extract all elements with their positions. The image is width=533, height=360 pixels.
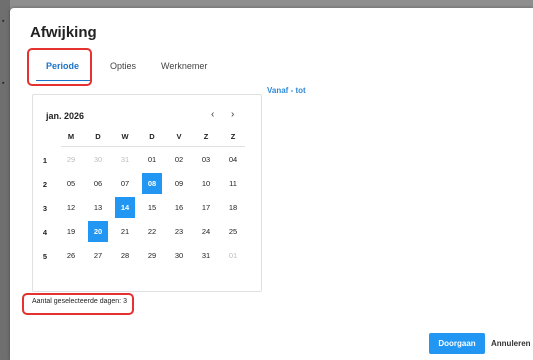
weekday-header: V [176, 132, 182, 141]
calendar-day-selected[interactable]: 08 [142, 173, 162, 194]
tab-label: Periode [46, 61, 80, 71]
range-label: Vanaf - tot [267, 86, 306, 95]
calendar-day[interactable]: 06 [88, 173, 108, 194]
calendar-day[interactable]: 29 [142, 245, 162, 266]
selected-days-summary: Aantal geselecteerde dagen: 3 [32, 298, 127, 305]
calendar-day[interactable]: 19 [61, 221, 81, 242]
background-glyph: ▪ [2, 18, 5, 25]
calendar-day[interactable]: 01 [142, 149, 162, 170]
annuleren-button[interactable]: Annuleren [491, 333, 531, 354]
weekday-header: D [95, 132, 101, 141]
calendar-day[interactable]: 30 [88, 149, 108, 170]
calendar-day[interactable]: 26 [61, 245, 81, 266]
calendar-day[interactable]: 09 [169, 173, 189, 194]
calendar-day[interactable]: 01 [223, 245, 243, 266]
calendar-day[interactable]: 25 [223, 221, 243, 242]
calendar-day[interactable]: 07 [115, 173, 135, 194]
active-tab-underline [36, 80, 90, 81]
calendar-day[interactable]: 28 [115, 245, 135, 266]
next-month-icon[interactable]: › [231, 109, 234, 120]
calendar-day[interactable]: 30 [169, 245, 189, 266]
calendar-day[interactable]: 03 [196, 149, 216, 170]
weekday-header: Z [230, 132, 236, 141]
calendar-day[interactable]: 10 [196, 173, 216, 194]
tab-opties[interactable]: Opties [110, 52, 136, 80]
prev-month-icon[interactable]: ‹ [211, 109, 214, 120]
calendar-day[interactable]: 27 [88, 245, 108, 266]
calendar-day[interactable]: 24 [196, 221, 216, 242]
calendar-day[interactable]: 29 [61, 149, 81, 170]
calendar-day[interactable]: 02 [169, 149, 189, 170]
calendar-day[interactable]: 12 [61, 197, 81, 218]
calendar-day[interactable]: 31 [196, 245, 216, 266]
tab-periode[interactable]: Periode [36, 52, 90, 81]
background-glyph: ▪ [2, 80, 5, 87]
week-number: 4 [42, 228, 48, 237]
calendar-day[interactable]: 04 [223, 149, 243, 170]
calendar-day[interactable]: 16 [169, 197, 189, 218]
calendar-day-selected[interactable]: 14 [115, 197, 135, 218]
calendar: jan. 2026 ‹ › M D W D V Z Z 1 29 30 31 01 02 0… [32, 94, 262, 292]
calendar-day-selected[interactable]: 20 [88, 221, 108, 242]
calendar-header-divider [61, 146, 245, 147]
tab-label: Werknemer [161, 61, 208, 71]
calendar-day[interactable]: 11 [223, 173, 243, 194]
calendar-day[interactable]: 23 [169, 221, 189, 242]
calendar-day[interactable]: 13 [88, 197, 108, 218]
weekday-header: Z [203, 132, 209, 141]
calendar-day[interactable]: 15 [142, 197, 162, 218]
calendar-day[interactable]: 31 [115, 149, 135, 170]
dialog-title: Afwijking [30, 24, 97, 41]
week-number: 3 [42, 204, 48, 213]
calendar-day[interactable]: 21 [115, 221, 135, 242]
afwijking-dialog: Afwijking Periode Opties Werknemer jan. … [10, 8, 533, 360]
weekday-header: W [121, 132, 129, 141]
calendar-day[interactable]: 22 [142, 221, 162, 242]
tab-label: Opties [110, 61, 137, 71]
week-number: 1 [42, 156, 48, 165]
calendar-day[interactable]: 05 [61, 173, 81, 194]
calendar-month-label: jan. 2026 [46, 111, 85, 121]
week-number: 2 [42, 180, 48, 189]
tab-werknemer[interactable]: Werknemer [161, 52, 207, 80]
calendar-day[interactable]: 18 [223, 197, 243, 218]
background-page: ▪ ▪ [0, 0, 10, 360]
calendar-day[interactable]: 17 [196, 197, 216, 218]
week-number: 5 [42, 252, 48, 261]
doorgaan-button[interactable]: Doorgaan [429, 333, 485, 354]
weekday-header: D [149, 132, 155, 141]
weekday-header: M [67, 132, 75, 141]
